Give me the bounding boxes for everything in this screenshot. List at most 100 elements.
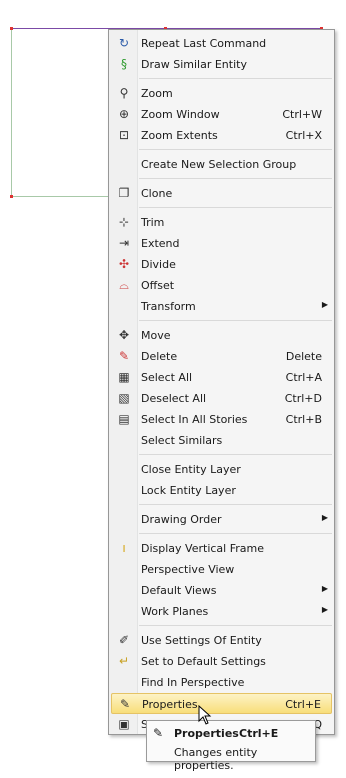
menu-separator [139,625,332,626]
menu-item-close-entity-layer[interactable]: Close Entity Layer [111,459,332,480]
menu-item-label: Close Entity Layer [141,463,241,476]
menu-item-select-in-all-stories[interactable]: ▤ Select In All Stories Ctrl+B [111,409,332,430]
menu-item-delete[interactable]: ✎ Delete Delete [111,346,332,367]
menu-item-deselect-all[interactable]: ▧ Deselect All Ctrl+D [111,388,332,409]
menu-item-shortcut: Ctrl+E [285,698,321,711]
select-stories-icon: ▤ [118,412,130,426]
select-all-icon: ▦ [118,370,130,384]
draw-similar-icon: § [121,57,127,71]
menu-separator [139,178,332,179]
menu-item-label: Zoom [141,87,173,100]
menu-item-label: Drawing Order [141,513,222,526]
menu-item-label: Transform [141,300,196,313]
move-icon: ✥ [118,328,130,342]
menu-item-label: Divide [141,258,176,271]
menu-item-repeat-last-command[interactable]: ↻ Repeat Last Command [111,33,332,54]
menu-item-properties[interactable]: ✎ Properties Ctrl+E [111,693,332,714]
menu-item-shortcut: Ctrl+W [282,108,322,121]
menu-separator [139,149,332,150]
menu-item-zoom-window[interactable]: ⊕ Zoom Window Ctrl+W [111,104,332,125]
menu-item-label: Use Settings Of Entity [141,634,262,647]
drawing-vertex-marker[interactable] [10,195,13,198]
menu-item-label: Trim [141,216,165,229]
repeat-icon: ↻ [118,36,130,50]
menu-item-offset[interactable]: ⌓ Offset [111,275,332,296]
vertical-frame-icon: ı [122,541,126,555]
menu-item-perspective-view[interactable]: Perspective View [111,559,332,580]
menu-item-shortcut: Ctrl+D [284,392,322,405]
offset-icon: ⌓ [119,278,129,292]
menu-item-label: Draw Similar Entity [141,58,247,71]
menu-item-label: Move [141,329,171,342]
drawing-edge-left [11,28,12,196]
deselect-all-icon: ▧ [118,391,130,405]
menu-separator [139,320,332,321]
zoom-window-icon: ⊕ [118,107,130,121]
menu-item-label: Zoom Window [141,108,220,121]
menu-item-select-similars[interactable]: Select Similars [111,430,332,451]
menu-item-find-in-perspective[interactable]: Find In Perspective [111,672,332,693]
menu-item-label: Repeat Last Command [141,37,267,50]
menu-item-use-settings-of-entity[interactable]: ✐ Use Settings Of Entity [111,630,332,651]
menu-item-move[interactable]: ✥ Move [111,325,332,346]
menu-item-label: Set to Default Settings [141,655,266,668]
menu-item-zoom-extents[interactable]: ⊡ Zoom Extents Ctrl+X [111,125,332,146]
menu-item-label: Default Views [141,584,217,597]
drawing-vertex-marker[interactable] [10,27,13,30]
menu-item-default-views[interactable]: Default Views ▶ [111,580,332,601]
menu-item-label: Zoom Extents [141,129,218,142]
mouse-cursor-icon [198,705,212,725]
menu-item-display-vertical-frame[interactable]: ı Display Vertical Frame [111,538,332,559]
menu-item-label: Select In All Stories [141,413,248,426]
menu-item-work-planes[interactable]: Work Planes ▶ [111,601,332,622]
menu-item-label: Work Planes [141,605,209,618]
menu-item-shortcut: Ctrl+A [285,371,322,384]
drawing-edge-bottom [11,196,111,197]
menu-item-label: Perspective View [141,563,235,576]
zoom-icon: ⚲ [119,86,129,100]
menu-item-divide[interactable]: ✣ Divide [111,254,332,275]
menu-separator [139,454,332,455]
properties-icon: ✎ [153,726,164,740]
menu-item-clone[interactable]: ❐ Clone [111,183,332,204]
clone-icon: ❐ [118,186,130,200]
menu-item-label: Select Similars [141,434,223,447]
menu-item-label: Select All [141,371,193,384]
menu-item-label: Create New Selection Group [141,158,297,171]
menu-item-label: Find In Perspective [141,676,245,689]
submenu-arrow-icon: ▶ [321,300,328,309]
menu-item-label: Delete [141,350,178,363]
submenu-arrow-icon: ▶ [321,513,328,522]
menu-item-zoom[interactable]: ⚲ Zoom [111,83,332,104]
menu-item-draw-similar-entity[interactable]: § Draw Similar Entity [111,54,332,75]
window-icon: ▣ [118,717,130,731]
divide-icon: ✣ [118,257,130,271]
menu-item-lock-entity-layer[interactable]: Lock Entity Layer [111,480,332,501]
properties-icon: ✎ [119,697,131,711]
menu-item-transform[interactable]: Transform ▶ [111,296,332,317]
default-settings-icon: ↵ [118,654,130,668]
menu-item-label: Deselect All [141,392,207,405]
menu-separator [139,78,332,79]
tooltip-description: Changes entity properties. [174,746,258,772]
menu-item-label: Display Vertical Frame [141,542,264,555]
menu-separator [139,504,332,505]
menu-item-shortcut: Ctrl+B [285,413,322,426]
menu-item-trim[interactable]: ⊹ Trim [111,212,332,233]
context-menu: ↻ Repeat Last Command § Draw Similar Ent… [108,29,335,735]
menu-item-drawing-order[interactable]: Drawing Order ▶ [111,509,332,530]
menu-item-extend[interactable]: ⇥ Extend [111,233,332,254]
menu-item-create-new-selection-group[interactable]: Create New Selection Group [111,154,332,175]
trim-icon: ⊹ [118,215,130,229]
eyedropper-icon: ✐ [118,633,130,647]
menu-item-select-all[interactable]: ▦ Select All Ctrl+A [111,367,332,388]
menu-item-shortcut: Ctrl+X [285,129,322,142]
menu-item-shortcut: Delete [285,350,322,363]
menu-separator [139,207,332,208]
menu-item-set-to-default-settings[interactable]: ↵ Set to Default Settings [111,651,332,672]
tooltip-shortcut: Ctrl+E [239,727,279,740]
menu-item-label: Extend [141,237,180,250]
eraser-icon: ✎ [118,349,130,363]
tooltip: ✎ Properties Ctrl+E Changes entity prope… [146,720,316,772]
menu-item-label: Lock Entity Layer [141,484,236,497]
